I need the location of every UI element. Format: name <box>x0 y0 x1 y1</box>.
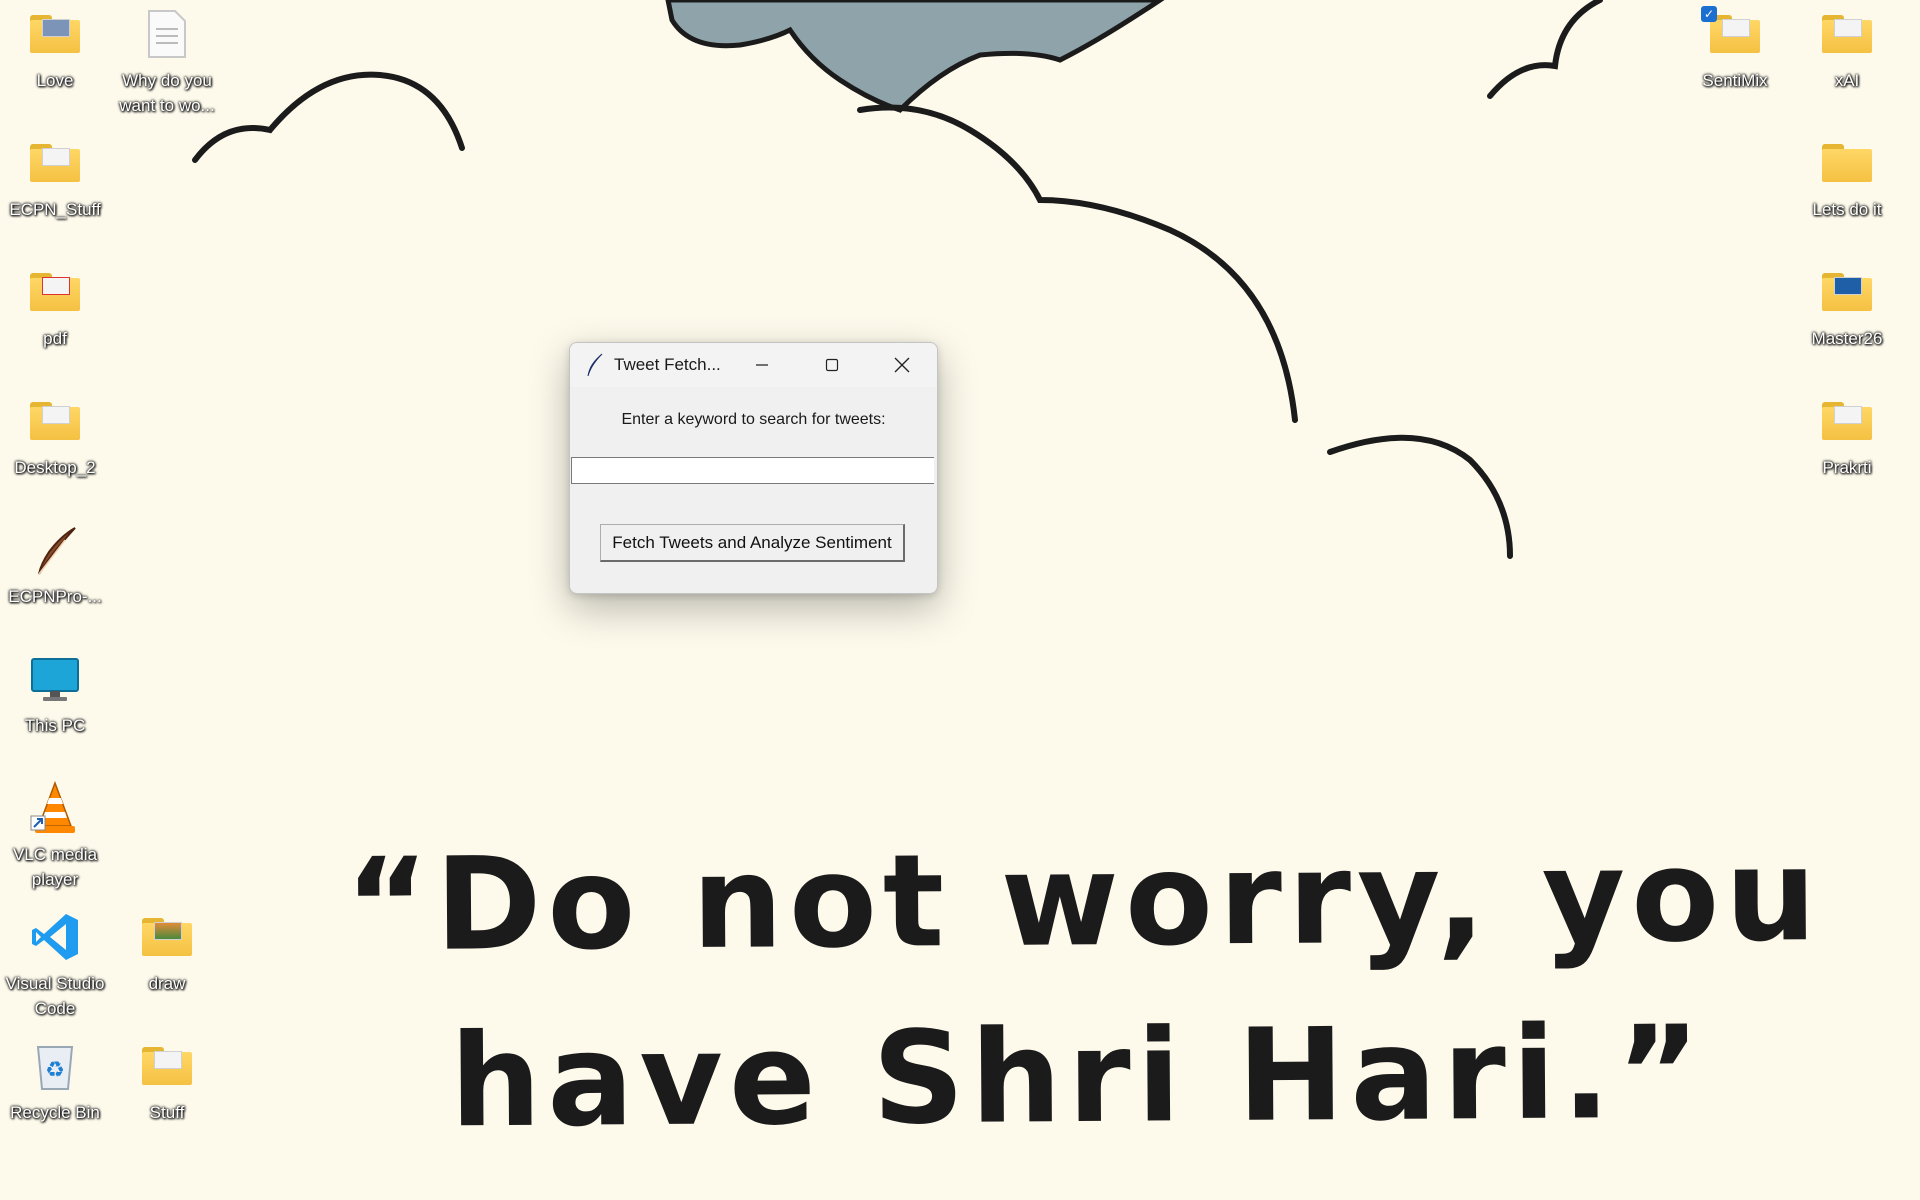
desktop-icon-recycle-bin[interactable]: ♻ Recycle Bin <box>0 1038 110 1125</box>
folder-icon <box>1822 144 1872 182</box>
folder-pdf-icon <box>30 273 80 311</box>
desktop-icon-stuff[interactable]: Stuff <box>112 1038 222 1125</box>
desktop-icon-ecpn-stuff[interactable]: ECPN_Stuff <box>0 135 110 222</box>
feather-icon <box>38 527 76 575</box>
desktop-icon-label: Desktop_2 <box>14 458 96 477</box>
maximize-button[interactable] <box>797 343 867 387</box>
desktop-icon-label: This PC <box>24 716 86 735</box>
keyword-input[interactable] <box>571 457 934 484</box>
folder-icon <box>30 144 80 182</box>
desktop-icon-label: ECPNPro-... <box>8 587 102 606</box>
folder-icon <box>142 1047 192 1085</box>
desktop-icon-master26[interactable]: Master26 <box>1792 264 1902 351</box>
desktop-icon-label: Love <box>36 71 74 90</box>
desktop-icon-love[interactable]: Love <box>0 6 110 93</box>
tweet-fetcher-window: Tweet Fetch... Enter a keyword to search… <box>569 342 938 594</box>
desktop-icon-label: ECPN_Stuff <box>9 200 101 219</box>
window-title: Tweet Fetch... <box>614 355 721 374</box>
svg-text:♻: ♻ <box>45 1058 65 1083</box>
fetch-tweets-button[interactable]: Fetch Tweets and Analyze Sentiment <box>600 524 905 562</box>
wallpaper-quote-line-2: have Shri Hari.” <box>449 998 1707 1157</box>
desktop-icon-label: VLC media player <box>12 845 98 889</box>
minimize-button[interactable] <box>727 343 797 387</box>
desktop-icon-pdf[interactable]: pdf <box>0 264 110 351</box>
folder-checked-icon <box>1710 15 1760 53</box>
desktop-icon-label: Stuff <box>149 1103 185 1122</box>
maximize-icon <box>825 358 839 372</box>
desktop-icon-desktop-2[interactable]: Desktop_2 <box>0 393 110 480</box>
desktop-icon-xai[interactable]: xAI <box>1792 6 1902 93</box>
desktop-icon-label: Visual Studio Code <box>5 974 105 1018</box>
desktop-icon-label: SentiMix <box>1702 71 1768 90</box>
folder-icon <box>1822 15 1872 53</box>
desktop-icon-label: pdf <box>43 329 67 348</box>
recycle-bin-icon: ♻ <box>36 1046 74 1090</box>
minimize-icon <box>756 364 768 366</box>
desktop-icon-sentimix[interactable]: ✓ SentiMix <box>1680 6 1790 93</box>
tk-feather-icon <box>587 353 603 377</box>
vscode-icon <box>32 914 78 960</box>
desktop-icon-label: Prakrti <box>1822 458 1872 477</box>
folder-photo-icon <box>30 15 80 53</box>
desktop-icon-label: Lets do it <box>1812 200 1882 219</box>
desktop-icon-why-do-you-want[interactable]: Why do you want to wo... <box>112 6 222 118</box>
desktop-icon-ecpnpro[interactable]: ECPNPro-... <box>0 522 110 609</box>
close-button[interactable] <box>867 343 937 387</box>
vlc-cone-icon <box>30 780 75 833</box>
desktop-icon-lets-do-it[interactable]: Lets do it <box>1792 135 1902 222</box>
folder-icon <box>1822 402 1872 440</box>
folder-icon <box>30 402 80 440</box>
checkbox-checked-icon[interactable]: ✓ <box>1701 6 1717 22</box>
desktop-icon-label: draw <box>148 974 186 993</box>
desktop-icon-label: xAI <box>1834 71 1860 90</box>
folder-shortcut-icon <box>1822 273 1872 311</box>
desktop-icon-label: Why do you want to wo... <box>119 71 215 115</box>
keyword-prompt-label: Enter a keyword to search for tweets: <box>621 411 886 428</box>
text-document-icon <box>148 10 186 58</box>
desktop-icon-vlc[interactable]: VLC media player <box>0 780 110 892</box>
desktop-icon-this-pc[interactable]: This PC <box>0 651 110 738</box>
folder-image-icon <box>142 918 192 956</box>
desktop-icon-label: Recycle Bin <box>10 1103 100 1122</box>
desktop-icon-vscode[interactable]: Visual Studio Code <box>0 909 110 1021</box>
desktop-icon-label: Master26 <box>1811 329 1883 348</box>
close-icon <box>894 357 910 373</box>
window-titlebar[interactable]: Tweet Fetch... <box>570 343 937 387</box>
monitor-icon <box>31 658 79 701</box>
desktop-icon-draw[interactable]: draw <box>112 909 222 996</box>
wallpaper-quote-line-1: “Do not worry, you <box>344 821 1823 981</box>
desktop-icon-prakrti[interactable]: Prakrti <box>1792 393 1902 480</box>
